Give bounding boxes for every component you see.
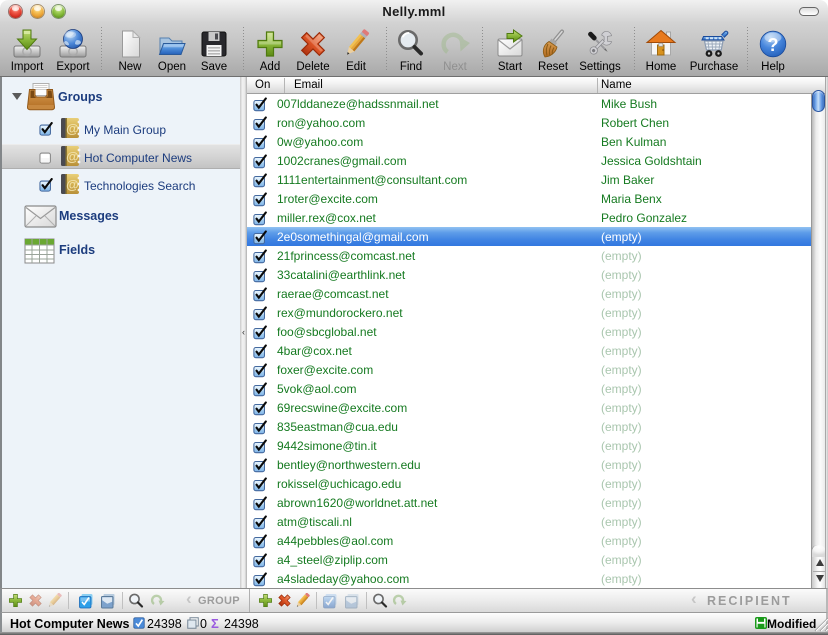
svg-text:?: ? xyxy=(768,35,779,55)
